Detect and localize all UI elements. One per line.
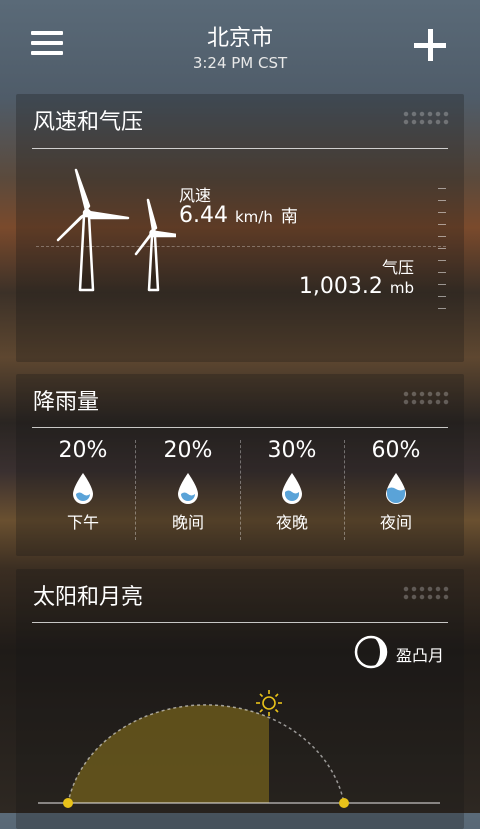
precip-period: 60% 夜间 (344, 436, 448, 546)
add-location-icon[interactable] (414, 29, 446, 61)
sun-icon (256, 690, 282, 716)
pressure-number: 1,003.2 (298, 274, 383, 299)
sun-moon-card: 太阳和月亮 盈凸月 (16, 569, 464, 829)
precip-period: 20% 晚间 (136, 436, 240, 546)
top-bar: 北京市 3:24 PM CST (0, 0, 480, 80)
card-menu-icon[interactable] (402, 110, 450, 126)
wind-speed-number: 6.44 (179, 203, 228, 228)
pressure-scale (438, 188, 446, 316)
precip-percent: 20% (58, 438, 108, 463)
wind-pressure-card: 风速和气压 风速 6.44 km/h 南 气压 1,003.2 mb (16, 94, 464, 362)
raindrop-icon (178, 473, 198, 504)
divider (32, 148, 448, 149)
raindrop-icon (73, 473, 93, 504)
precip-period-label: 夜间 (379, 513, 412, 532)
precipitation-card: 降雨量 20% 下午 20% 晚间 30% 夜晚 60% 夜间 (16, 374, 464, 556)
precip-period-label: 下午 (66, 513, 99, 532)
pressure-value: 1,003.2 mb (299, 274, 414, 299)
precip-percent: 60% (371, 438, 421, 463)
divider (32, 427, 448, 428)
raindrop-icon (386, 473, 406, 504)
card-title: 降雨量 (33, 390, 100, 415)
wind-direction: 南 (280, 207, 298, 227)
precip-percent: 20% (163, 438, 213, 463)
card-title: 太阳和月亮 (33, 585, 144, 610)
precip-percent: 30% (267, 438, 317, 463)
sunrise-marker (63, 798, 73, 808)
precip-period-label: 夜晚 (275, 513, 308, 532)
card-menu-icon[interactable] (402, 390, 450, 406)
divider (32, 622, 448, 623)
daylight-area (68, 704, 269, 803)
sun-path-chart (38, 690, 440, 808)
wind-speed-value: 6.44 km/h 南 (179, 202, 298, 228)
divider (36, 246, 446, 247)
moon-phase-icon (354, 635, 388, 669)
sunset-marker (339, 798, 349, 808)
city-name[interactable]: 北京市 (0, 20, 480, 52)
precip-period: 30% 夜晚 (240, 436, 344, 546)
pressure-unit: mb (389, 279, 414, 297)
card-menu-icon[interactable] (402, 585, 450, 601)
wind-speed-unit: km/h (234, 208, 273, 226)
precip-period-label: 晚间 (171, 513, 204, 532)
current-time: 3:24 PM CST (192, 54, 288, 72)
wind-turbine-icon (56, 168, 176, 292)
moon-phase-label: 盈凸月 (396, 646, 445, 665)
precip-period: 20% 下午 (31, 436, 135, 546)
card-title: 风速和气压 (33, 110, 144, 135)
raindrop-icon (282, 473, 302, 504)
